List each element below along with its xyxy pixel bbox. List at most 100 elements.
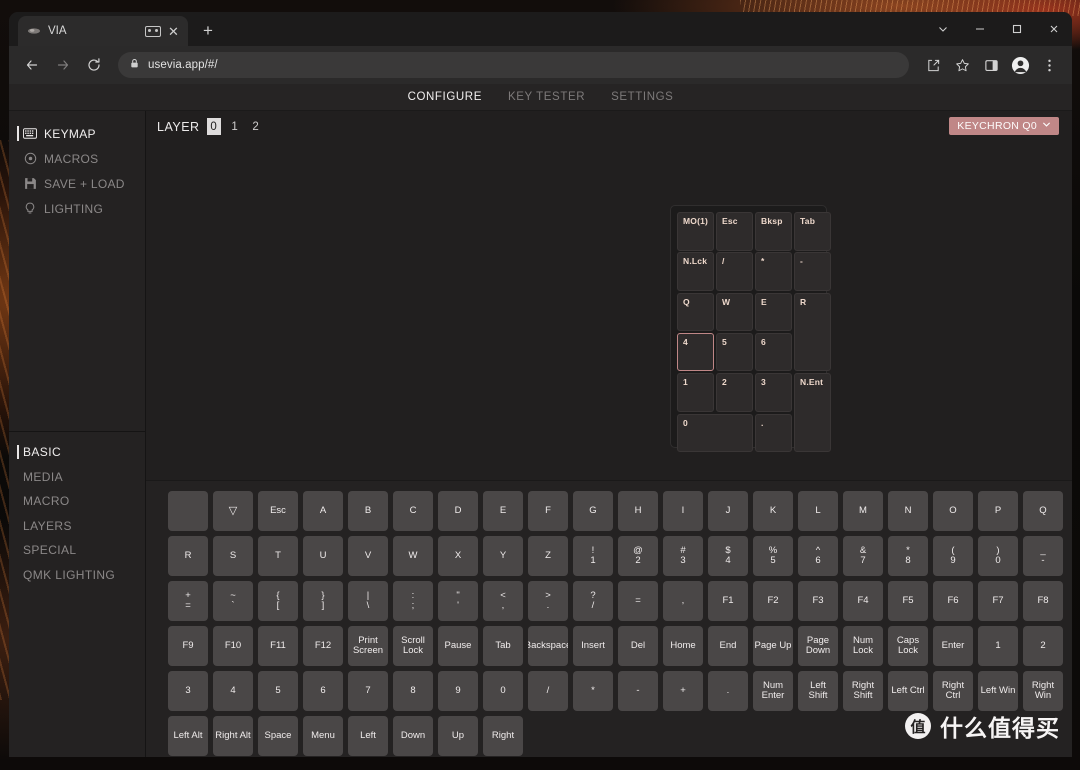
share-icon[interactable] (919, 51, 947, 79)
palette-key[interactable]: C (393, 491, 433, 531)
palette-key[interactable]: S (213, 536, 253, 576)
palette-key[interactable]: L (798, 491, 838, 531)
palette-key[interactable]: @2 (618, 536, 658, 576)
tab-configure[interactable]: CONFIGURE (408, 91, 482, 103)
palette-key[interactable]: >. (528, 581, 568, 621)
sidebar-item-media[interactable]: MEDIA (9, 465, 145, 490)
palette-key[interactable]: Tab (483, 626, 523, 666)
palette-key[interactable]: Caps Lock (888, 626, 928, 666)
palette-key[interactable]: ~ ` (213, 581, 253, 621)
sidebar-item-save-load[interactable]: SAVE + LOAD (9, 171, 145, 196)
palette-key[interactable]: O (933, 491, 973, 531)
palette-key[interactable]: F4 (843, 581, 883, 621)
palette-key[interactable]: Right (483, 716, 523, 756)
layer-button-2[interactable]: 2 (249, 118, 263, 135)
layer-button-0[interactable]: 0 (206, 118, 221, 135)
palette-key[interactable]: T (258, 536, 298, 576)
palette-key[interactable]: Left Ctrl (888, 671, 928, 711)
minimize-icon[interactable] (961, 12, 998, 46)
palette-key[interactable]: Right Shift (843, 671, 883, 711)
keyboard-key[interactable]: / (716, 252, 753, 291)
keyboard-key[interactable]: Q (677, 292, 714, 332)
palette-key[interactable]: E (483, 491, 523, 531)
palette-key[interactable]: ) 0 (978, 536, 1018, 576)
palette-key[interactable]: <, (483, 581, 523, 621)
palette-key[interactable]: Page Up (753, 626, 793, 666)
palette-key[interactable]: X (438, 536, 478, 576)
palette-key[interactable]: 2 (1023, 626, 1063, 666)
palette-key[interactable]: F10 (213, 626, 253, 666)
keyboard-key[interactable]: Tab (794, 212, 831, 251)
address-bar[interactable]: usevia.app/#/ (118, 52, 909, 78)
palette-key[interactable]: - (618, 671, 658, 711)
keyboard-key[interactable]: 2 (716, 373, 753, 412)
palette-key[interactable]: 8 (393, 671, 433, 711)
keyboard-key[interactable]: - (794, 252, 831, 291)
sidebar-item-special[interactable]: SPECIAL (9, 538, 145, 563)
palette-key[interactable]: 3 (168, 671, 208, 711)
palette-key[interactable]: Num Lock (843, 626, 883, 666)
more-menu-icon[interactable] (1035, 51, 1063, 79)
device-selector[interactable]: KEYCHRON Q0 (949, 117, 1059, 135)
palette-key[interactable]: ! 1 (573, 536, 613, 576)
palette-key[interactable]: Home (663, 626, 703, 666)
keyboard-key[interactable]: 0 (677, 413, 753, 452)
palette-key[interactable]: {[ (258, 581, 298, 621)
palette-key[interactable]: Page Down (798, 626, 838, 666)
palette-key[interactable]: _ - (1023, 536, 1063, 576)
browser-tab-via[interactable]: VIA ✕ (18, 16, 188, 46)
reload-icon[interactable] (80, 51, 108, 79)
palette-key[interactable]: F12 (303, 626, 343, 666)
palette-key[interactable]: ▽ (213, 491, 253, 531)
palette-key[interactable]: * 8 (888, 536, 928, 576)
palette-key[interactable]: }] (303, 581, 343, 621)
palette-key[interactable]: Space (258, 716, 298, 756)
palette-key[interactable]: = (618, 581, 658, 621)
keyboard-key[interactable]: Bksp (755, 212, 792, 251)
sidebar-item-lighting[interactable]: LIGHTING (9, 196, 145, 221)
palette-key[interactable]: / (528, 671, 568, 711)
palette-key[interactable]: ? / (573, 581, 613, 621)
palette-key[interactable]: P (978, 491, 1018, 531)
palette-key[interactable]: Num Enter (753, 671, 793, 711)
palette-key[interactable]: + (663, 671, 703, 711)
palette-key[interactable]: " ' (438, 581, 478, 621)
palette-key[interactable]: F8 (1023, 581, 1063, 621)
palette-key[interactable]: I (663, 491, 703, 531)
palette-key[interactable]: 1 (978, 626, 1018, 666)
sidebar-item-macros[interactable]: MACROS (9, 146, 145, 171)
palette-key[interactable]: #3 (663, 536, 703, 576)
palette-key[interactable]: Up (438, 716, 478, 756)
palette-key[interactable]: 5 (258, 671, 298, 711)
palette-key[interactable]: V (348, 536, 388, 576)
palette-key[interactable]: Pause (438, 626, 478, 666)
chevron-down-icon[interactable] (924, 12, 961, 46)
palette-key[interactable]: 4 (213, 671, 253, 711)
palette-key[interactable]: F7 (978, 581, 1018, 621)
palette-key[interactable]: Right Alt (213, 716, 253, 756)
side-panel-icon[interactable] (977, 51, 1005, 79)
keyboard-key[interactable]: N.Lck (677, 252, 714, 291)
palette-key[interactable]: Z (528, 536, 568, 576)
palette-key[interactable]: D (438, 491, 478, 531)
bookmark-star-icon[interactable] (948, 51, 976, 79)
sidebar-item-layers[interactable]: LAYERS (9, 514, 145, 539)
palette-key[interactable]: Q (1023, 491, 1063, 531)
palette-key[interactable]: 6 (303, 671, 343, 711)
palette-key[interactable]: & 7 (843, 536, 883, 576)
keyboard-key[interactable]: N.Ent (794, 373, 831, 452)
palette-key[interactable]: Enter (933, 626, 973, 666)
palette-key[interactable]: F1 (708, 581, 748, 621)
keyboard-key[interactable]: 5 (716, 332, 753, 372)
palette-key[interactable]: F (528, 491, 568, 531)
keyboard-key[interactable]: 1 (677, 373, 714, 412)
sidebar-item-basic[interactable]: BASIC (9, 440, 145, 465)
palette-key[interactable]: F11 (258, 626, 298, 666)
sidebar-item-qmk-lighting[interactable]: QMK LIGHTING (9, 563, 145, 588)
new-tab-button[interactable]: + (198, 22, 218, 39)
palette-key[interactable]: U (303, 536, 343, 576)
palette-key[interactable]: * (573, 671, 613, 711)
palette-key[interactable]: F9 (168, 626, 208, 666)
palette-key[interactable]: F3 (798, 581, 838, 621)
tab-key-tester[interactable]: KEY TESTER (508, 91, 585, 103)
